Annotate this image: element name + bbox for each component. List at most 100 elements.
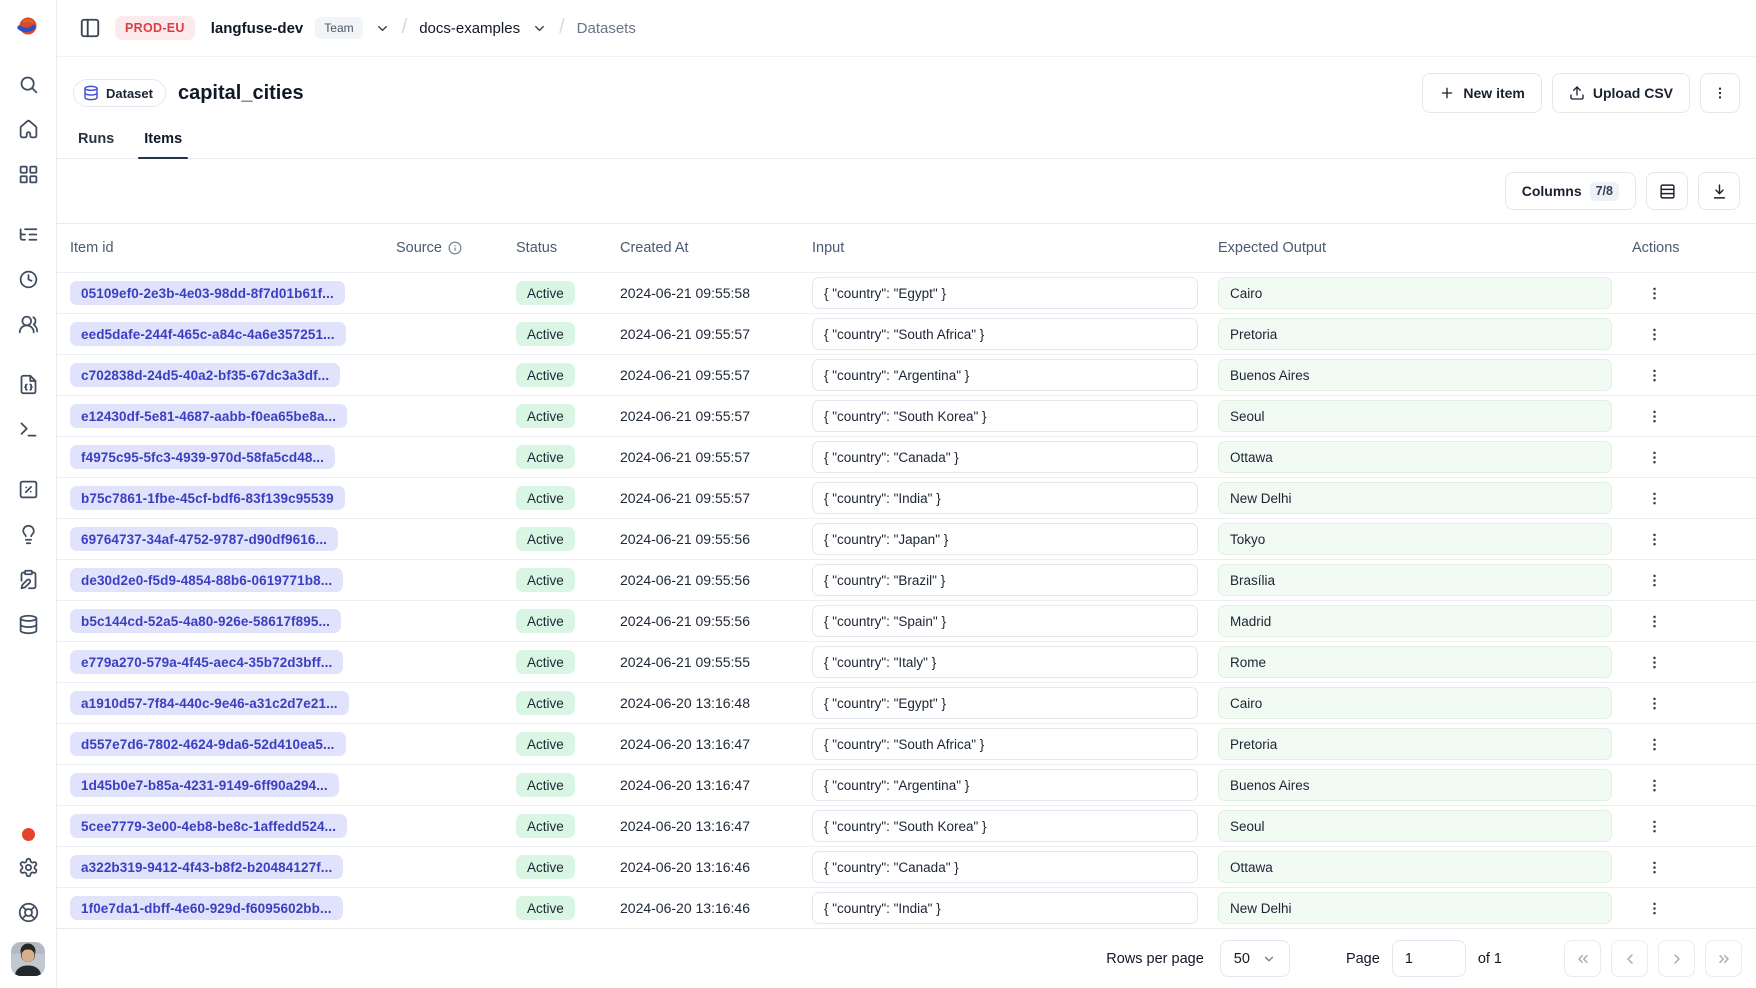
expected-output-value[interactable]: New Delhi <box>1218 892 1612 924</box>
row-actions-menu-button[interactable] <box>1642 773 1666 797</box>
last-page-button[interactable] <box>1705 940 1742 977</box>
terminal-icon[interactable] <box>16 417 40 441</box>
row-actions-menu-button[interactable] <box>1642 568 1666 592</box>
item-id-link[interactable]: f4975c95-5fc3-4939-970d-58fa5cd48... <box>70 445 335 469</box>
dashboard-grid-icon[interactable] <box>16 162 40 186</box>
expected-output-value[interactable]: Ottawa <box>1218 441 1612 473</box>
row-actions-menu-button[interactable] <box>1642 732 1666 756</box>
expected-output-value[interactable]: Cairo <box>1218 277 1612 309</box>
clock-icon[interactable] <box>16 267 40 291</box>
row-actions-menu-button[interactable] <box>1642 363 1666 387</box>
item-id-link[interactable]: b5c144cd-52a5-4a80-926e-58617f895... <box>70 609 341 633</box>
expected-output-value[interactable]: Rome <box>1218 646 1612 678</box>
row-actions-menu-button[interactable] <box>1642 609 1666 633</box>
new-item-button[interactable]: New item <box>1422 73 1541 113</box>
database-icon[interactable] <box>16 612 40 636</box>
project-name[interactable]: docs-examples <box>419 20 520 37</box>
home-icon[interactable] <box>16 117 40 141</box>
item-id-link[interactable]: 5cee7779-3e00-4eb8-be8c-1affedd524... <box>70 814 347 838</box>
input-value[interactable]: { "country": "Egypt" } <box>812 687 1198 719</box>
square-percent-icon[interactable] <box>16 477 40 501</box>
item-id-link[interactable]: 69764737-34af-4752-9787-d90df9616... <box>70 527 338 551</box>
row-actions-menu-button[interactable] <box>1642 404 1666 428</box>
lightbulb-icon[interactable] <box>16 522 40 546</box>
item-id-link[interactable]: 1f0e7da1-dbff-4e60-929d-f6095602bb... <box>70 896 343 920</box>
next-page-button[interactable] <box>1658 940 1695 977</box>
row-actions-menu-button[interactable] <box>1642 486 1666 510</box>
record-dot-icon[interactable] <box>22 828 35 841</box>
item-id-link[interactable]: d557e7d6-7802-4624-9da6-52d410ea5... <box>70 732 346 756</box>
expected-output-value[interactable]: Pretoria <box>1218 318 1612 350</box>
item-id-link[interactable]: eed5dafe-244f-465c-a84c-4a6e357251... <box>70 322 346 346</box>
upload-csv-button[interactable]: Upload CSV <box>1552 73 1690 113</box>
page-number-input[interactable] <box>1392 940 1466 977</box>
expected-output-value[interactable]: Cairo <box>1218 687 1612 719</box>
dataset-actions-menu-button[interactable] <box>1700 73 1740 113</box>
expected-output-value[interactable]: Ottawa <box>1218 851 1612 883</box>
input-value[interactable]: { "country": "India" } <box>812 892 1198 924</box>
input-value[interactable]: { "country": "South Africa" } <box>812 318 1198 350</box>
list-tree-icon[interactable] <box>16 222 40 246</box>
expected-output-value[interactable]: Buenos Aires <box>1218 359 1612 391</box>
expected-output-value[interactable]: Pretoria <box>1218 728 1612 760</box>
input-value[interactable]: { "country": "South Korea" } <box>812 810 1198 842</box>
org-switcher-chevron-down-icon[interactable] <box>375 21 390 36</box>
item-id-link[interactable]: a1910d57-7f84-440c-9e46-a31c2d7e21... <box>70 691 349 715</box>
row-actions-menu-button[interactable] <box>1642 445 1666 469</box>
row-actions-menu-button[interactable] <box>1642 527 1666 551</box>
clipboard-pen-icon[interactable] <box>16 567 40 591</box>
rows-per-page-select[interactable]: 50 <box>1220 940 1290 977</box>
row-height-button[interactable] <box>1646 172 1688 210</box>
item-id-link[interactable]: 05109ef0-2e3b-4e03-98dd-8f7d01b61f... <box>70 281 345 305</box>
item-id-link[interactable]: c702838d-24d5-40a2-bf35-67dc3a3df... <box>70 363 340 387</box>
row-actions-menu-button[interactable] <box>1642 855 1666 879</box>
row-actions-menu-button[interactable] <box>1642 691 1666 715</box>
user-avatar[interactable] <box>11 942 45 976</box>
search-icon[interactable] <box>16 72 40 96</box>
item-id-link[interactable]: a322b319-9412-4f43-b8f2-b20484127f... <box>70 855 343 879</box>
input-value[interactable]: { "country": "Egypt" } <box>812 277 1198 309</box>
project-switcher-chevron-down-icon[interactable] <box>532 21 547 36</box>
input-value[interactable]: { "country": "Canada" } <box>812 441 1198 473</box>
input-value[interactable]: { "country": "Brazil" } <box>812 564 1198 596</box>
info-icon[interactable] <box>448 241 462 255</box>
input-value[interactable]: { "country": "Italy" } <box>812 646 1198 678</box>
input-value[interactable]: { "country": "India" } <box>812 482 1198 514</box>
life-buoy-icon[interactable] <box>16 900 40 924</box>
input-value[interactable]: { "country": "Spain" } <box>812 605 1198 637</box>
expected-output-value[interactable]: Brasília <box>1218 564 1612 596</box>
item-id-link[interactable]: de30d2e0-f5d9-4854-88b6-0619771b8... <box>70 568 343 592</box>
row-actions-menu-button[interactable] <box>1642 814 1666 838</box>
users-icon[interactable] <box>16 312 40 336</box>
file-json-icon[interactable] <box>16 372 40 396</box>
row-actions-menu-button[interactable] <box>1642 896 1666 920</box>
input-value[interactable]: { "country": "Argentina" } <box>812 769 1198 801</box>
input-value[interactable]: { "country": "South Korea" } <box>812 400 1198 432</box>
expected-output-value[interactable]: New Delhi <box>1218 482 1612 514</box>
input-value[interactable]: { "country": "Canada" } <box>812 851 1198 883</box>
input-value[interactable]: { "country": "Argentina" } <box>812 359 1198 391</box>
item-id-link[interactable]: e779a270-579a-4f45-aec4-35b72d3bff... <box>70 650 343 674</box>
langfuse-logo-icon[interactable] <box>16 14 40 38</box>
input-value[interactable]: { "country": "South Africa" } <box>812 728 1198 760</box>
first-page-button[interactable] <box>1564 940 1601 977</box>
expected-output-value[interactable]: Tokyo <box>1218 523 1612 555</box>
row-actions-menu-button[interactable] <box>1642 650 1666 674</box>
expected-output-value[interactable]: Madrid <box>1218 605 1612 637</box>
export-button[interactable] <box>1698 172 1740 210</box>
settings-gear-icon[interactable] <box>16 855 40 879</box>
item-id-link[interactable]: b75c7861-1fbe-45cf-bdf6-83f139c95539 <box>70 486 345 510</box>
input-value[interactable]: { "country": "Japan" } <box>812 523 1198 555</box>
row-actions-menu-button[interactable] <box>1642 281 1666 305</box>
org-name[interactable]: langfuse-dev <box>211 20 304 37</box>
columns-button[interactable]: Columns 7/8 <box>1505 172 1636 210</box>
row-actions-menu-button[interactable] <box>1642 322 1666 346</box>
breadcrumb-section[interactable]: Datasets <box>577 20 636 37</box>
prev-page-button[interactable] <box>1611 940 1648 977</box>
tab-runs[interactable]: Runs <box>78 131 114 158</box>
expected-output-value[interactable]: Seoul <box>1218 400 1612 432</box>
tab-items[interactable]: Items <box>144 131 182 158</box>
item-id-link[interactable]: e12430df-5e81-4687-aabb-f0ea65be8a... <box>70 404 347 428</box>
expected-output-value[interactable]: Buenos Aires <box>1218 769 1612 801</box>
sidebar-toggle-icon[interactable] <box>77 15 103 41</box>
